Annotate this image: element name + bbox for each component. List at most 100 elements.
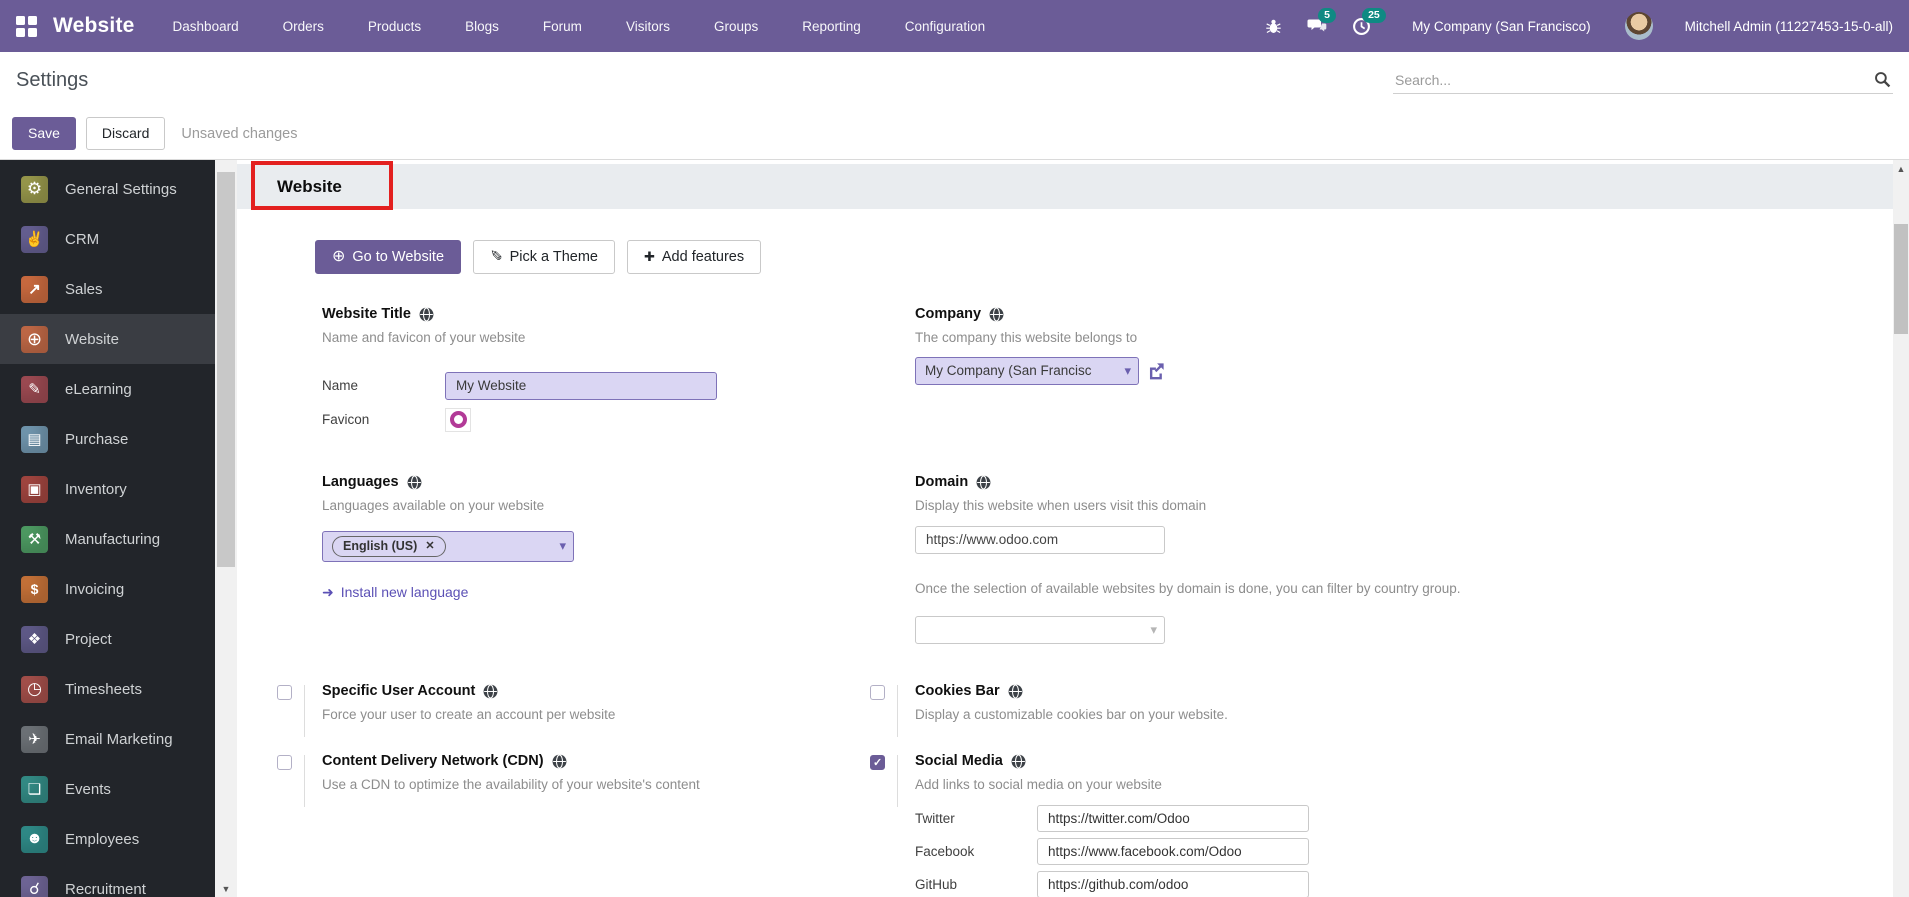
content-scrollbar-thumb[interactable] [1894,224,1908,334]
activities-count-badge: 25 [1362,8,1386,23]
website-globe-badge-icon [407,475,421,490]
chart-icon [21,275,48,303]
handshake-icon [21,225,48,253]
settings-grid: Website Title Name and favicon of your w… [277,306,1893,897]
menu-blogs[interactable]: Blogs [465,2,499,51]
navbar-systray: 5 25 My Company (San Francisco) Mitchell… [1262,8,1893,40]
settings-body: General Settings CRM Sales Website eLear… [0,160,1909,897]
section-title: Website [277,176,342,196]
setting-languages: Languages Languages available on your we… [277,474,870,683]
divider [304,755,305,808]
messages-count-badge: 5 [1318,8,1336,23]
go-to-website-button[interactable]: Go to Website [315,240,462,275]
twitter-input[interactable] [1037,804,1309,832]
setting-domain: Domain Display this website when users v… [870,474,1893,683]
menu-configuration[interactable]: Configuration [905,2,985,51]
apps-grid-icon[interactable] [16,15,37,37]
website-globe-badge-icon [1011,754,1026,769]
menu-dashboard[interactable]: Dashboard [173,2,239,51]
content-scrollbar[interactable]: ▲ [1893,160,1909,897]
sidebar-item-recruitment[interactable]: Recruitment [0,864,215,897]
breadcrumb-row: Settings [0,52,1909,108]
setting-specific-user-account: Specific User Account Force your user to… [277,683,870,753]
sidebar-item-sales[interactable]: Sales [0,264,215,314]
search-box [1393,66,1893,94]
sidebar-item-website[interactable]: Website [0,314,215,364]
domain-input[interactable] [915,525,1165,554]
sidebar-item-email-marketing[interactable]: Email Marketing [0,714,215,764]
external-link-icon[interactable] [1147,360,1168,381]
menu-groups[interactable]: Groups [714,2,758,51]
paintbrush-icon [490,248,503,266]
sidebar-item-invoicing[interactable]: Invoicing [0,564,215,614]
social-media-checkbox[interactable] [870,755,885,771]
country-group-select[interactable] [915,615,1165,644]
plus-icon [644,249,655,266]
sidebar-item-project[interactable]: Project [0,614,215,664]
sidebar-item-purchase[interactable]: Purchase [0,414,215,464]
sidebar-scrollbar-thumb[interactable] [217,172,235,567]
discard-button[interactable]: Discard [85,117,166,150]
sidebar-scrollbar[interactable]: ▼ [215,160,237,897]
languages-select[interactable]: English (US) [322,530,574,562]
website-globe-badge-icon [1008,684,1023,699]
box-icon [21,475,48,503]
website-name-input[interactable] [445,371,717,400]
setting-website-title: Website Title Name and favicon of your w… [277,306,870,474]
page-title: Settings [16,68,89,91]
search-input[interactable] [1395,71,1874,88]
cookies-bar-checkbox[interactable] [870,685,885,701]
facebook-input[interactable] [1037,837,1309,865]
unsaved-changes-status: Unsaved changes [181,125,298,142]
user-menu[interactable]: Mitchell Admin (11227453-15-0-all) [1685,19,1893,34]
paper-plane-icon [21,725,48,753]
website-actions: Go to Website Pick a Theme Add features [315,240,1893,275]
twitter-label: Twitter [915,810,955,826]
divider [304,685,305,738]
invoice-icon [21,575,48,603]
activities-icon[interactable]: 25 [1350,8,1386,37]
messages-icon[interactable]: 5 [1306,8,1336,37]
website-globe-badge-icon [483,684,498,699]
facebook-label: Facebook [915,843,975,859]
sidebar-item-timesheets[interactable]: Timesheets [0,664,215,714]
divider [897,755,898,808]
company-switcher[interactable]: My Company (San Francisco) [1412,19,1591,34]
add-features-button[interactable]: Add features [626,240,762,275]
user-avatar[interactable] [1624,12,1653,40]
github-input[interactable] [1037,870,1309,897]
menu-reporting[interactable]: Reporting [802,2,861,51]
favicon-preview[interactable] [445,407,471,432]
remove-language-icon[interactable] [425,539,434,552]
sidebar-item-inventory[interactable]: Inventory [0,464,215,514]
install-new-language-link[interactable]: Install new language [322,584,469,601]
menu-products[interactable]: Products [368,2,421,51]
sidebar-item-elearning[interactable]: eLearning [0,364,215,414]
sidebar-item-manufacturing[interactable]: Manufacturing [0,514,215,564]
bug-icon[interactable] [1262,15,1284,37]
app-name[interactable]: Website [53,14,135,38]
menu-orders[interactable]: Orders [283,2,324,51]
sidebar-item-events[interactable]: Events [0,764,215,814]
globe-icon [21,325,48,353]
settings-content: Website Go to Website Pick a Theme Add f… [237,160,1893,897]
menu-forum[interactable]: Forum [543,2,582,51]
save-button[interactable]: Save [12,117,76,150]
website-globe-badge-icon [552,754,566,769]
gear-icon [21,175,48,203]
sidebar-item-general-settings[interactable]: General Settings [0,164,215,214]
setting-cookies-bar: Cookies Bar Display a customizable cooki… [870,683,1893,753]
scroll-up-arrow[interactable]: ▲ [1893,164,1909,174]
people-icon [21,825,48,853]
scroll-down-arrow[interactable]: ▼ [215,884,237,894]
setting-cdn: Content Delivery Network (CDN) Use a CDN… [277,753,870,897]
setting-company: Company The company this website belongs… [870,306,1893,474]
pick-a-theme-button[interactable]: Pick a Theme [473,240,615,275]
search-icon[interactable] [1874,71,1891,88]
specific-user-account-checkbox[interactable] [277,685,292,701]
sidebar-item-crm[interactable]: CRM [0,214,215,264]
sidebar-item-employees[interactable]: Employees [0,814,215,864]
company-select[interactable]: My Company (San Francisc [915,356,1139,385]
cdn-checkbox[interactable] [277,755,292,771]
menu-visitors[interactable]: Visitors [626,2,670,51]
